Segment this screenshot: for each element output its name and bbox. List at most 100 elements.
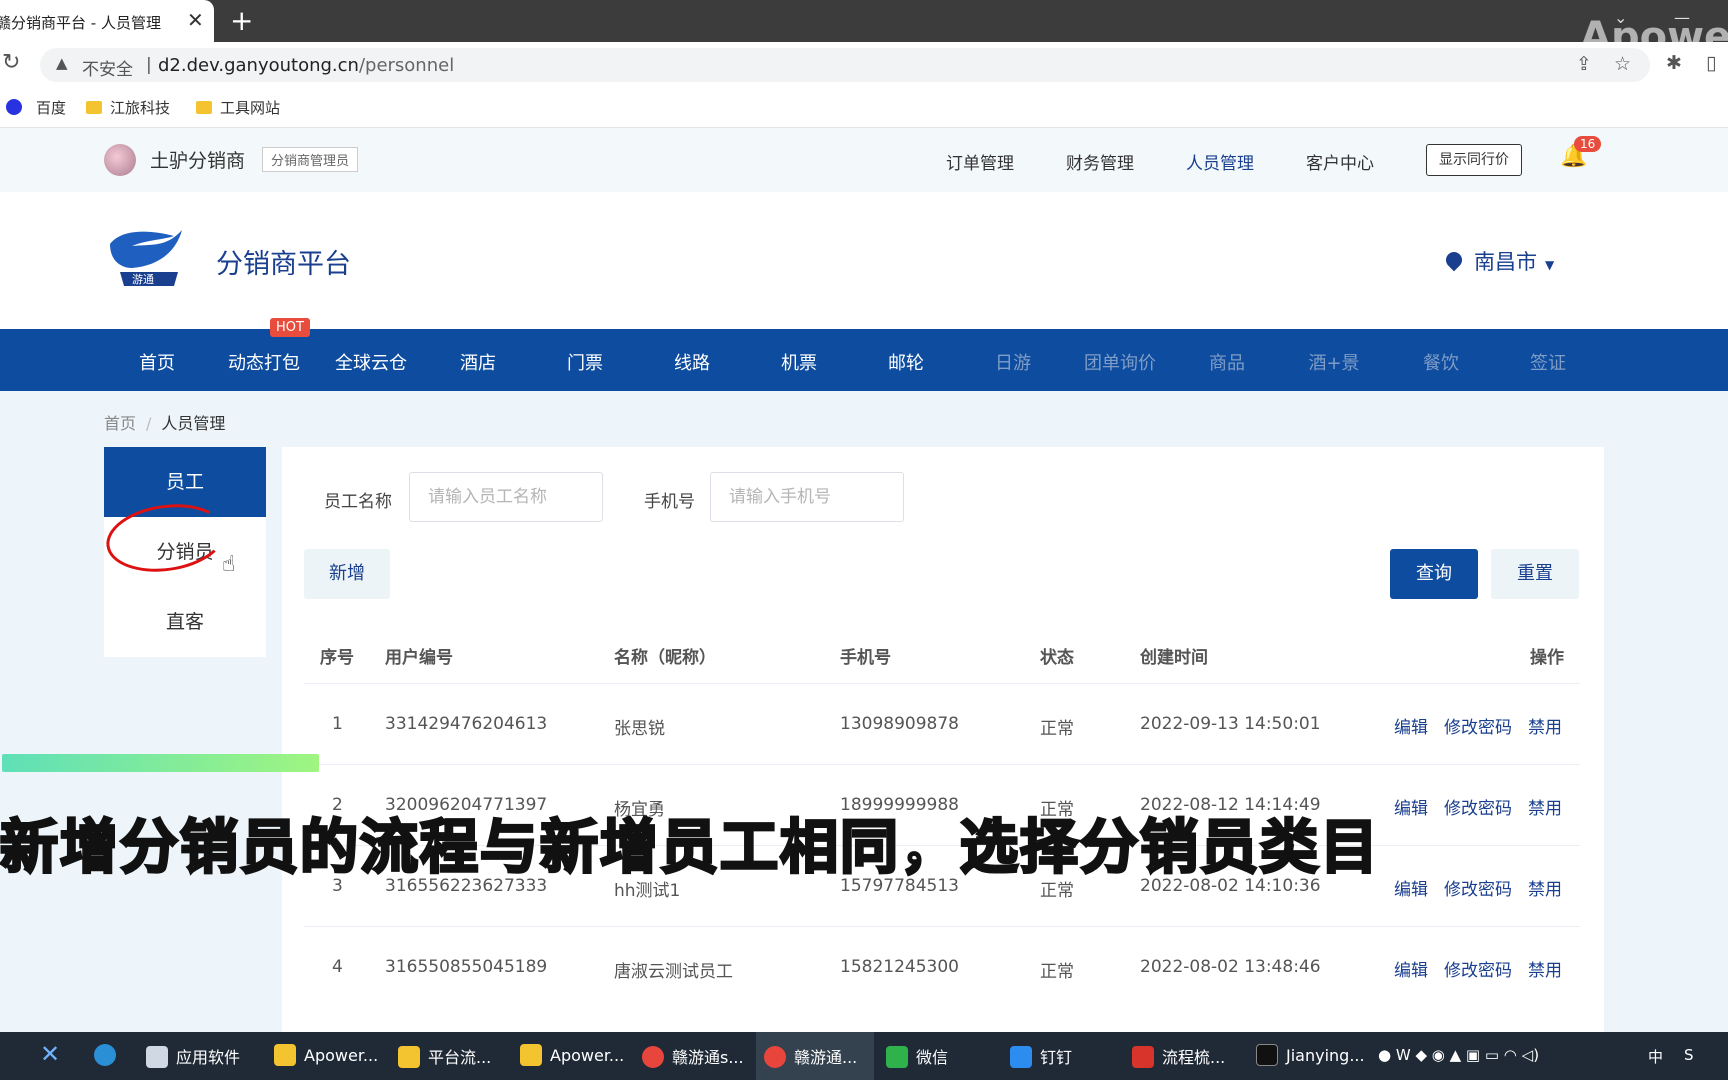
taskbar-app-label: 钉钉 — [1040, 1048, 1073, 1067]
phone-input[interactable] — [710, 472, 904, 522]
nav-day-trip[interactable]: 日游 — [958, 349, 1068, 375]
column-header-user-id: 用户编号 — [385, 648, 453, 668]
cell-user-id: 316550855045189 — [385, 957, 548, 977]
change-password-link[interactable]: 修改密码 — [1444, 956, 1512, 981]
nav-cloud-warehouse[interactable]: 全球云仓 — [316, 349, 426, 375]
side-item-direct-customer[interactable]: 直客 — [104, 587, 266, 657]
taskbar-app[interactable]: Apower... — [520, 1044, 624, 1066]
breadcrumb-home[interactable]: 首页 — [104, 414, 136, 433]
column-header-no: 序号 — [320, 648, 354, 668]
cell-phone: 13098909878 — [840, 714, 959, 734]
staff-name-label: 员工名称 — [324, 492, 392, 512]
url-text: d2.dev.ganyoutong.cn/personnel — [158, 55, 454, 76]
cell-no: 4 — [332, 957, 343, 977]
disable-link[interactable]: 禁用 — [1528, 713, 1562, 738]
edge-icon[interactable] — [94, 1044, 124, 1066]
bookmark-baidu[interactable]: 百度 — [6, 97, 66, 118]
warning-icon[interactable]: ▲ — [56, 54, 68, 72]
close-icon[interactable]: ✕ — [187, 8, 204, 32]
query-button[interactable]: 查询 — [1390, 549, 1478, 599]
taskbar-app-label: Apower... — [550, 1046, 625, 1065]
video-subtitle: 新增分销员的流程与新增员工相同，选择分销员类目 — [0, 812, 1381, 883]
cell-name: 唐淑云测试员工 — [614, 962, 733, 982]
nav-tickets[interactable]: 门票 — [530, 349, 640, 375]
address-bar: ↻ ▲ 不安全 | d2.dev.ganyoutong.cn/personnel… — [0, 42, 1728, 88]
bookmark-tools[interactable]: 工具网站 — [196, 97, 280, 118]
nav-routes[interactable]: 线路 — [637, 349, 747, 375]
nav-cruise[interactable]: 邮轮 — [851, 349, 961, 375]
nav-hotel[interactable]: 酒店 — [423, 349, 533, 375]
nav-visa[interactable]: 签证 — [1493, 349, 1603, 375]
cell-created: 2022-08-02 13:48:46 — [1140, 957, 1321, 977]
url-separator: | — [146, 55, 152, 75]
taskbar-app[interactable]: Apower... — [274, 1044, 378, 1066]
role-badge: 分销商管理员 — [262, 147, 359, 172]
nav-group-inquiry[interactable]: 团单询价 — [1065, 349, 1175, 375]
city-selector[interactable]: 南昌市 ▼ — [1442, 246, 1555, 276]
taskbar-app[interactable]: 应用软件 — [146, 1044, 240, 1068]
app-icon — [146, 1046, 168, 1068]
nav-dynamic-package[interactable]: 动态打包 — [209, 349, 319, 375]
chrome-icon — [642, 1046, 664, 1068]
browser-tab[interactable]: 赣分销商平台 - 人员管理 ✕ — [0, 0, 214, 42]
ime-indicator[interactable]: 中 — [1648, 1046, 1663, 1067]
bookmark-jianglv[interactable]: 江旅科技 — [86, 97, 170, 118]
share-icon[interactable]: ⇪ — [1576, 53, 1592, 75]
bookmarks-bar: 百度 江旅科技 工具网站 — [0, 88, 1728, 128]
tray-icons[interactable]: ● W ◆ ◉ ▲ ▣ ▭ ◠ ◁) — [1378, 1046, 1539, 1064]
topnav-orders[interactable]: 订单管理 — [946, 149, 1014, 174]
star-icon[interactable]: ☆ — [1614, 53, 1631, 75]
nav-hotel-scenic[interactable]: 酒+景 — [1279, 349, 1389, 375]
reset-button[interactable]: 重置 — [1491, 549, 1579, 599]
bookmark-label: 工具网站 — [220, 99, 281, 117]
breadcrumb-current: 人员管理 — [161, 414, 226, 433]
sogou-icon[interactable]: S — [1684, 1046, 1694, 1064]
show-peer-price-button[interactable]: 显示同行价 — [1426, 144, 1522, 176]
topnav-personnel[interactable]: 人员管理 — [1186, 149, 1254, 174]
table-row: 4 316550855045189 唐淑云测试员工 15821245300 正常… — [304, 926, 1580, 1007]
taskbar-app[interactable]: 平台流... — [398, 1044, 491, 1068]
hot-badge: HOT — [270, 318, 310, 337]
taskbar-app[interactable]: 钉钉 — [1010, 1044, 1072, 1068]
taskbar-app[interactable]: Jianying... — [1256, 1044, 1365, 1066]
folder-icon — [274, 1044, 296, 1066]
change-password-link[interactable]: 修改密码 — [1444, 713, 1512, 738]
add-button[interactable]: 新增 — [304, 549, 390, 599]
taskbar-app-label: Apower... — [304, 1046, 379, 1065]
staff-name-input[interactable] — [409, 472, 603, 522]
nav-goods[interactable]: 商品 — [1172, 349, 1282, 375]
folder-icon — [520, 1044, 542, 1066]
table-row: 1 331429476204613 张思锐 13098909878 正常 202… — [304, 683, 1580, 764]
new-tab-button[interactable]: + — [230, 4, 253, 37]
app-x-icon[interactable]: ✕ — [40, 1040, 60, 1068]
sidebar-icon[interactable]: ▯ — [1706, 52, 1716, 74]
location-pin-icon — [1442, 248, 1466, 272]
url-host: d2.dev.ganyoutong.cn — [158, 55, 359, 76]
cell-phone: 15821245300 — [840, 957, 959, 977]
topnav-finance[interactable]: 财务管理 — [1066, 149, 1134, 174]
url-input[interactable]: ▲ 不安全 | d2.dev.ganyoutong.cn/personnel ⇪… — [40, 48, 1650, 82]
hand-cursor-icon: ☝ — [222, 552, 236, 577]
folder-icon — [196, 101, 212, 114]
logo[interactable]: 游通 — [102, 226, 186, 300]
nav-home[interactable]: 首页 — [102, 349, 212, 375]
taskbar-app[interactable]: 微信 — [886, 1044, 948, 1068]
edit-link[interactable]: 编辑 — [1394, 956, 1428, 981]
city-label: 南昌市 — [1474, 250, 1537, 274]
edit-link[interactable]: 编辑 — [1394, 713, 1428, 738]
disable-link[interactable]: 禁用 — [1528, 956, 1562, 981]
taskbar-app[interactable]: 流程梳... — [1132, 1044, 1225, 1068]
cell-created: 2022-09-13 14:50:01 — [1140, 714, 1321, 734]
avatar[interactable] — [104, 144, 136, 176]
cell-user-id: 331429476204613 — [385, 714, 548, 734]
taskbar-app[interactable]: 赣游通... — [764, 1044, 857, 1068]
topnav-customers[interactable]: 客户中心 — [1306, 149, 1374, 174]
caret-down-icon: ▼ — [1545, 258, 1555, 272]
nav-flights[interactable]: 机票 — [744, 349, 854, 375]
taskbar-app[interactable]: 赣游通s... — [642, 1044, 744, 1068]
reload-icon[interactable]: ↻ — [2, 50, 20, 75]
bookmark-label: 百度 — [36, 99, 67, 117]
extensions-icon[interactable]: ✱ — [1666, 52, 1682, 74]
nav-dining[interactable]: 餐饮 — [1386, 349, 1496, 375]
taskbar-app-label: Jianying... — [1286, 1046, 1365, 1065]
